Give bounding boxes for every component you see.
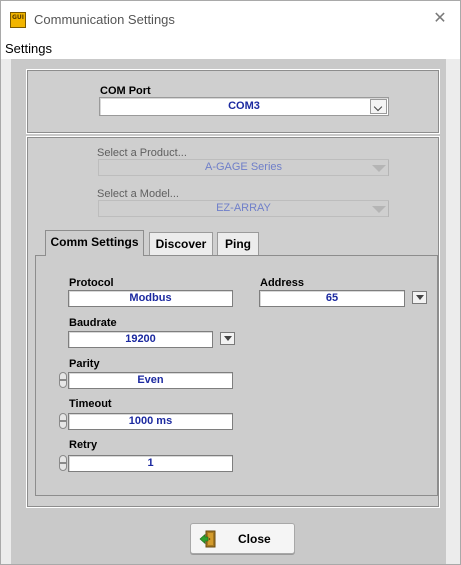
exit-door-icon [199,530,216,548]
address-label: Address [260,277,305,289]
window-title: Communication Settings [34,12,175,27]
protocol-field[interactable]: Modbus [68,290,233,307]
retry-label: Retry [69,439,98,451]
title-bar: GUI Communication Settings ✕ [1,1,460,39]
address-field[interactable]: 65 [259,290,405,307]
protocol-value: Modbus [129,292,172,304]
product-value: A-GAGE Series [204,161,283,173]
baudrate-dropdown-icon[interactable] [220,332,235,345]
communication-settings-window: GUI Communication Settings ✕ Settings CO… [0,0,461,565]
tab-discover[interactable]: Discover [149,232,213,255]
baudrate-value: 19200 [125,333,156,345]
model-label: Select a Model... [97,188,179,200]
retry-spinner-icon[interactable] [59,455,67,471]
menu-settings[interactable]: Settings [5,41,52,56]
product-select[interactable]: A-GAGE Series [98,159,389,176]
baudrate-field[interactable]: 19200 [68,331,213,348]
close-window-icon[interactable]: ✕ [430,8,450,30]
retry-value: 1 [147,457,154,469]
product-label: Select a Product... [97,147,187,159]
baudrate-label: Baudrate [69,317,117,329]
parity-spinner-icon[interactable] [59,372,67,388]
com-port-select[interactable]: COM3 [99,97,389,116]
model-dropdown-icon [369,201,389,217]
timeout-label: Timeout [69,398,112,410]
com-port-dropdown-icon[interactable] [370,99,387,114]
timeout-field[interactable]: 1000 ms [68,413,233,430]
app-icon: GUI [10,12,26,28]
timeout-value: 1000 ms [128,415,173,427]
product-dropdown-icon [369,160,389,176]
menu-bar: Settings [1,39,460,59]
tab-ping[interactable]: Ping [217,232,259,255]
parity-field[interactable]: Even [68,372,233,389]
address-value: 65 [325,292,339,304]
com-port-value: COM3 [228,100,260,112]
timeout-spinner-icon[interactable] [59,413,67,429]
retry-field[interactable]: 1 [68,455,233,472]
close-button[interactable]: Close [190,523,295,554]
parity-value: Even [137,374,164,386]
tab-comm-settings[interactable]: Comm Settings [45,230,144,256]
address-dropdown-icon[interactable] [412,291,427,304]
model-value: EZ-ARRAY [216,202,271,214]
com-port-label: COM Port [100,85,151,97]
protocol-label: Protocol [69,277,114,289]
close-button-label: Close [238,532,271,546]
parity-label: Parity [69,358,100,370]
model-select[interactable]: EZ-ARRAY [98,200,389,217]
